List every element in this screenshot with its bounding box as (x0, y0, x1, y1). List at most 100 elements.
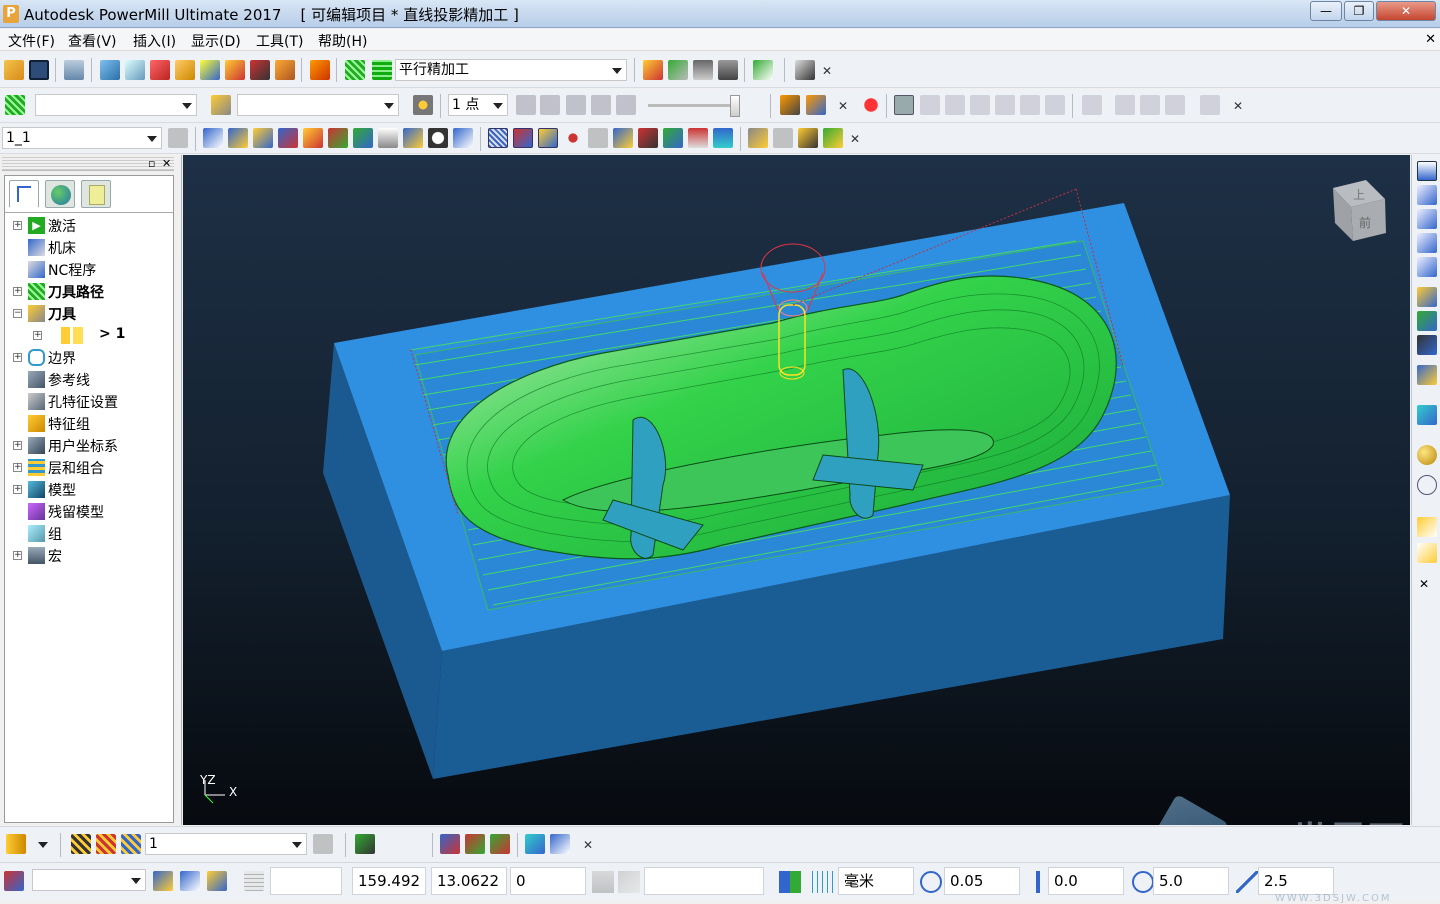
menu-file[interactable]: 文件(F) (8, 31, 55, 51)
calculator-icon[interactable] (693, 60, 713, 80)
list-icon[interactable] (378, 128, 398, 148)
fit-icon[interactable] (303, 128, 323, 148)
feeds-speeds-icon[interactable] (150, 60, 170, 80)
viewer-icon[interactable] (795, 60, 815, 80)
mdi-close-icon[interactable]: ✕ (1425, 32, 1436, 47)
transform-icon[interactable] (753, 60, 773, 80)
search-icon[interactable] (748, 128, 768, 148)
view-top-icon[interactable] (1417, 161, 1437, 181)
workplane-edit-icon[interactable] (180, 871, 200, 891)
menu-insert[interactable]: 插入(I) (133, 31, 176, 51)
expand-icon[interactable]: + (13, 441, 22, 450)
tool-export-icon[interactable] (823, 128, 843, 148)
copy-icon[interactable] (403, 128, 423, 148)
collapse-icon[interactable]: − (13, 309, 22, 318)
point-combo[interactable]: 1 点 (448, 94, 508, 116)
clock-icon[interactable] (428, 128, 448, 148)
view-iso-icon[interactable] (1417, 257, 1437, 277)
start-point-icon[interactable] (225, 60, 245, 80)
tool-holder-icon[interactable] (638, 128, 658, 148)
tool-level-icon[interactable] (313, 834, 333, 854)
step-forward-icon[interactable] (591, 95, 611, 115)
block-toggle-icon[interactable] (1417, 405, 1437, 425)
level-icon[interactable] (168, 128, 188, 148)
tool-db-icon[interactable] (798, 128, 818, 148)
workplane-select-icon[interactable] (4, 871, 24, 891)
block-view-icon[interactable] (713, 128, 733, 148)
toolpath-stats-icon[interactable] (668, 60, 688, 80)
tool-shape-1-icon[interactable] (71, 834, 91, 854)
select-icon[interactable] (1417, 517, 1437, 537)
tab-explorer[interactable] (9, 180, 39, 208)
toolpath-combo[interactable] (35, 94, 197, 116)
tool-check-icon[interactable] (490, 834, 510, 854)
view-toolbar-close-icon[interactable]: ✕ (1419, 577, 1429, 591)
tool-shape-3-icon[interactable] (121, 834, 141, 854)
shaded-view-icon[interactable] (488, 128, 508, 148)
speed-slider-track[interactable] (648, 104, 738, 107)
compare-2-icon[interactable] (1140, 95, 1160, 115)
workplane-combo[interactable] (32, 869, 146, 891)
tool-combo[interactable] (237, 94, 399, 116)
expand-icon[interactable]: + (13, 287, 22, 296)
toolpath-select-icon[interactable] (5, 95, 25, 115)
menu-tools[interactable]: 工具(T) (256, 31, 303, 51)
view-mode-4-icon[interactable] (995, 95, 1015, 115)
undo-select-icon[interactable] (1417, 543, 1437, 563)
sim-machine-icon[interactable] (806, 95, 826, 115)
machine-tool-icon[interactable] (310, 60, 330, 80)
speed-slider-thumb[interactable] (730, 95, 740, 117)
grid-icon[interactable] (244, 871, 264, 891)
expand-icon[interactable]: + (33, 331, 42, 340)
level-combo[interactable]: 1_1 (2, 127, 162, 149)
zoom-icon[interactable] (1417, 287, 1437, 307)
scissors-icon[interactable] (453, 128, 473, 148)
restore-button[interactable]: ❐ (1344, 1, 1374, 21)
expand-icon[interactable]: + (13, 353, 22, 362)
axis-icon[interactable] (613, 128, 633, 148)
stepover-field[interactable]: 2.5 (1258, 867, 1334, 895)
block-icon[interactable] (100, 60, 120, 80)
view-cube[interactable]: 上 前 (1333, 180, 1386, 241)
grid-field[interactable] (270, 867, 342, 895)
tool-light-icon[interactable] (413, 95, 433, 115)
panel-close-icon[interactable]: ✕ (162, 157, 171, 170)
tolerance-field[interactable]: 0.05 (944, 867, 1020, 895)
probe-icon[interactable] (588, 128, 608, 148)
print-icon[interactable] (64, 60, 84, 80)
edit-tool-icon[interactable] (440, 834, 460, 854)
tool-select-icon[interactable] (211, 95, 231, 115)
menu-help[interactable]: 帮助(H) (318, 31, 367, 51)
step-back-icon[interactable] (540, 95, 560, 115)
exit-sim-icon[interactable] (1200, 95, 1220, 115)
toolbar-close-icon[interactable]: ✕ (820, 64, 834, 78)
end-point-icon[interactable] (250, 60, 270, 80)
minimize-button[interactable]: — (1310, 1, 1342, 21)
tool-create-icon[interactable] (200, 60, 220, 80)
sim-toolpath-icon[interactable] (780, 95, 800, 115)
tool-feed-icon[interactable] (355, 834, 375, 854)
menu-view[interactable]: 查看(V) (68, 31, 117, 51)
tab-web[interactable] (45, 180, 75, 208)
record-icon[interactable] (861, 95, 881, 115)
go-to-start-icon[interactable] (516, 95, 536, 115)
thickness-field[interactable]: 0.0 (1048, 867, 1124, 895)
toolpath-edit-icon[interactable] (643, 60, 663, 80)
toolpath-verify-icon[interactable] (275, 60, 295, 80)
rapid-move-icon[interactable] (125, 60, 145, 80)
measure-icon[interactable] (718, 60, 738, 80)
toolbar-close-icon[interactable]: ✕ (848, 132, 862, 146)
workplane-create-icon[interactable] (153, 871, 173, 891)
save-stock-icon[interactable] (1165, 95, 1185, 115)
view-front-icon[interactable] (1417, 185, 1437, 205)
view-right-icon[interactable] (1417, 209, 1437, 229)
go-to-end-icon[interactable] (616, 95, 636, 115)
close-button[interactable]: ✕ (1376, 1, 1436, 21)
select-surfaces-icon[interactable] (353, 128, 373, 148)
toolbar-close-icon[interactable]: ✕ (581, 838, 595, 852)
snap-field[interactable] (644, 867, 764, 895)
tool-color-icon[interactable] (465, 834, 485, 854)
play-icon[interactable] (566, 95, 586, 115)
expand-icon[interactable]: + (13, 463, 22, 472)
wireframe-view-icon[interactable] (1417, 475, 1437, 495)
